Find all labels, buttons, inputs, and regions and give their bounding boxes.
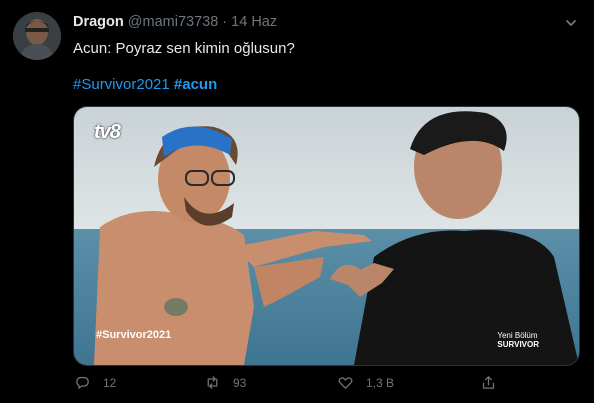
reply-button[interactable]: 12 [74,374,116,391]
tweet-date[interactable]: 14 Haz [231,14,277,30]
new-episode-line2: SURVIVOR [497,340,539,349]
more-options-icon[interactable] [560,12,582,34]
reply-icon [76,376,89,389]
share-icon [482,376,495,389]
new-episode-overlay: Yeni Bölüm SURVIVOR [497,331,539,349]
reply-count: 12 [103,375,117,390]
new-episode-line1: Yeni Bölüm [497,331,538,340]
retweet-icon [207,376,218,389]
channel-logo: tv8 [94,121,121,143]
share-button[interactable] [480,374,509,391]
heart-icon [338,377,353,389]
separator-dot: · [222,14,228,30]
retweet-count: 93 [233,375,247,390]
tweet-media[interactable]: tv8 #Survivor2021 Yeni Bölüm SURVIVOR [73,106,580,366]
tweet-text: Acun: Poyraz sen kimin oğlusun? [73,40,295,57]
hashtag-survivor2021[interactable]: #Survivor2021 [73,76,170,93]
author-name[interactable]: Dragon [73,14,124,30]
hashtag-acun[interactable]: #acun [174,76,217,93]
like-count: 1,3 B [366,375,395,390]
hashtag-row: #Survivor2021 #acun [73,76,217,93]
tweet-actions: 12 93 1,3 B [0,374,594,398]
author-handle[interactable]: @mami73738 [128,14,218,30]
tweet-header: Dragon @mami73738 · 14 Haz [73,14,277,30]
like-button[interactable]: 1,3 B [337,374,394,391]
media-image [74,107,579,365]
retweet-button[interactable]: 93 [204,374,246,391]
avatar[interactable] [13,12,61,60]
hashtag-overlay: #Survivor2021 [96,329,172,341]
avatar-image [13,12,61,60]
